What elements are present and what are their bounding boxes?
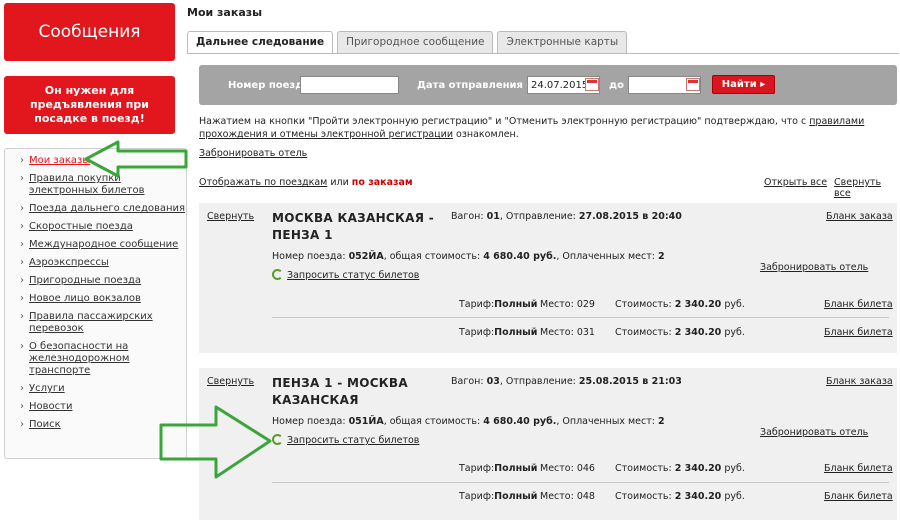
- sidebar-item-passenger-rules[interactable]: Правила пассажирских перевозок: [19, 311, 186, 335]
- sidebar-item-label[interactable]: Мои заказы: [29, 155, 90, 166]
- date-to-label: до: [609, 80, 624, 91]
- find-button[interactable]: Найти ▸: [712, 75, 775, 94]
- request-status-button[interactable]: Запросить статус билетов: [272, 434, 419, 446]
- collapse-order-link[interactable]: Свернуть: [207, 211, 254, 222]
- tab-suburban[interactable]: Пригородное сообщение: [337, 31, 494, 53]
- display-by-trips-link[interactable]: Отображать по поездкам: [199, 177, 327, 188]
- order-book-hotel-link[interactable]: Забронировать отель: [760, 427, 868, 438]
- sidebar-item-label[interactable]: Скоростные поезда: [29, 221, 133, 232]
- info-text-end: ознакомлен.: [453, 129, 519, 140]
- order-train-info: Номер поезда: 052ЙА, общая стоимость: 4 …: [272, 251, 665, 262]
- order-summary: Вагон: 03, Отправление: 25.08.2015 в 21:…: [451, 376, 682, 387]
- ticket-seat: Место: 029: [540, 299, 595, 310]
- ticket-form-link[interactable]: Бланк билета: [824, 463, 893, 474]
- sidebar-item-label[interactable]: Поезда дальнего следования: [29, 203, 185, 214]
- display-by-orders-active: по заказам: [351, 177, 413, 188]
- display-options: Отображать по поездкам или по заказам: [199, 177, 413, 188]
- annotation-arrow-icon: [159, 405, 272, 479]
- page-title: Мои заказы: [187, 6, 263, 19]
- sidebar-item-label[interactable]: Новости: [29, 401, 72, 412]
- train-number-input[interactable]: [300, 76, 399, 94]
- sidebar-item-label[interactable]: Услуги: [29, 383, 65, 394]
- registration-info: Нажатием на кнопки "Пройти электронную р…: [199, 115, 889, 141]
- request-status-link[interactable]: Запросить статус билетов: [287, 270, 419, 281]
- ticket-price: Стоимость: 2 340.20 руб.: [615, 491, 745, 502]
- tabs-divider: [187, 53, 899, 54]
- order-book-hotel-link[interactable]: Забронировать отель: [760, 262, 868, 273]
- calendar-icon[interactable]: [686, 78, 700, 91]
- sidebar-item-label[interactable]: Пригородные поезда: [29, 275, 141, 286]
- sidebar-item-long-distance[interactable]: Поезда дальнего следования: [19, 203, 186, 215]
- order-route: МОСКВА КАЗАНСКАЯ - ПЕНЗА 1: [272, 211, 435, 242]
- order-route: ПЕНЗА 1 - МОСКВА КАЗАНСКАЯ: [272, 376, 408, 407]
- order-form-link[interactable]: Бланк заказа: [826, 211, 893, 222]
- sidebar-item-international[interactable]: Международное сообщение: [19, 239, 186, 251]
- ticket-price: Стоимость: 2 340.20 руб.: [615, 327, 745, 338]
- search-panel: Номер поезда Дата отправления от до Найт…: [199, 65, 897, 105]
- ticket-form-link[interactable]: Бланк билета: [824, 491, 893, 502]
- order-card: Свернуть МОСКВА КАЗАНСКАЯ - ПЕНЗА 1 Ваго…: [199, 203, 897, 353]
- ticket-price: Стоимость: 2 340.20 руб.: [615, 463, 745, 474]
- ticket-seat: Место: 048: [540, 491, 595, 502]
- tab-long-distance[interactable]: Дальнее следование: [187, 31, 334, 53]
- collapse-order-link[interactable]: Свернуть: [207, 376, 254, 387]
- ticket-row: Тариф:Полный: [459, 299, 538, 310]
- sidebar-item-label[interactable]: Аэроэкспрессы: [29, 257, 109, 268]
- ticket-seat: Место: 046: [540, 463, 595, 474]
- annotation-arrow-icon: [84, 140, 188, 178]
- collapse-all-link[interactable]: Свернуть все: [834, 177, 900, 199]
- ticket-form-link[interactable]: Бланк билета: [824, 299, 893, 310]
- sidebar-item-label[interactable]: О безопасности на железнодорожном трансп…: [29, 341, 129, 376]
- info-text: Нажатием на кнопки "Пройти электронную р…: [199, 116, 810, 127]
- order-train-info: Номер поезда: 051ЙА, общая стоимость: 4 …: [272, 416, 665, 427]
- sidebar-item-label[interactable]: Правила пассажирских перевозок: [29, 311, 153, 334]
- expand-all-link[interactable]: Открыть все: [764, 177, 827, 188]
- train-number-label: Номер поезда: [228, 80, 311, 91]
- ticket-row: Тариф:Полный: [459, 327, 538, 338]
- date-from-label: Дата отправления от: [417, 80, 540, 91]
- sidebar-item-stations[interactable]: Новое лицо вокзалов: [19, 293, 186, 305]
- tab-bar: Дальнее следование Пригородное сообщение…: [187, 31, 631, 53]
- ticket-price: Стоимость: 2 340.20 руб.: [615, 299, 745, 310]
- request-status-link[interactable]: Запросить статус билетов: [287, 435, 419, 446]
- ticket-divider: [272, 317, 889, 318]
- promo-banner[interactable]: Он нужен для предъявления при посадке в …: [4, 76, 175, 134]
- messages-button[interactable]: Сообщения: [4, 3, 175, 61]
- sidebar-item-safety[interactable]: О безопасности на железнодорожном трансп…: [19, 341, 186, 377]
- calendar-icon[interactable]: [585, 78, 599, 91]
- sidebar-item-label[interactable]: Международное сообщение: [29, 239, 178, 250]
- sidebar-item-label[interactable]: Поиск: [29, 419, 61, 430]
- ticket-divider: [272, 482, 889, 483]
- sidebar-item-aeroexpress[interactable]: Аэроэкспрессы: [19, 257, 186, 269]
- ticket-row: Тариф:Полный: [459, 491, 538, 502]
- sidebar-item-high-speed[interactable]: Скоростные поезда: [19, 221, 186, 233]
- refresh-icon: [272, 269, 283, 280]
- book-hotel-link[interactable]: Забронировать отель: [199, 148, 307, 159]
- order-card: Свернуть ПЕНЗА 1 - МОСКВА КАЗАНСКАЯ Ваго…: [199, 368, 897, 520]
- ticket-form-link[interactable]: Бланк билета: [824, 327, 893, 338]
- sidebar-item-label[interactable]: Новое лицо вокзалов: [29, 293, 141, 304]
- tab-electronic-cards[interactable]: Электронные карты: [497, 31, 628, 53]
- display-or-text: или: [327, 177, 352, 188]
- ticket-seat: Место: 031: [540, 327, 595, 338]
- order-summary: Вагон: 01, Отправление: 27.08.2015 в 20:…: [451, 211, 682, 222]
- order-form-link[interactable]: Бланк заказа: [826, 376, 893, 387]
- sidebar-item-suburban[interactable]: Пригородные поезда: [19, 275, 186, 287]
- ticket-row: Тариф:Полный: [459, 463, 538, 474]
- request-status-button[interactable]: Запросить статус билетов: [272, 269, 419, 281]
- sidebar-item-services[interactable]: Услуги: [19, 383, 186, 395]
